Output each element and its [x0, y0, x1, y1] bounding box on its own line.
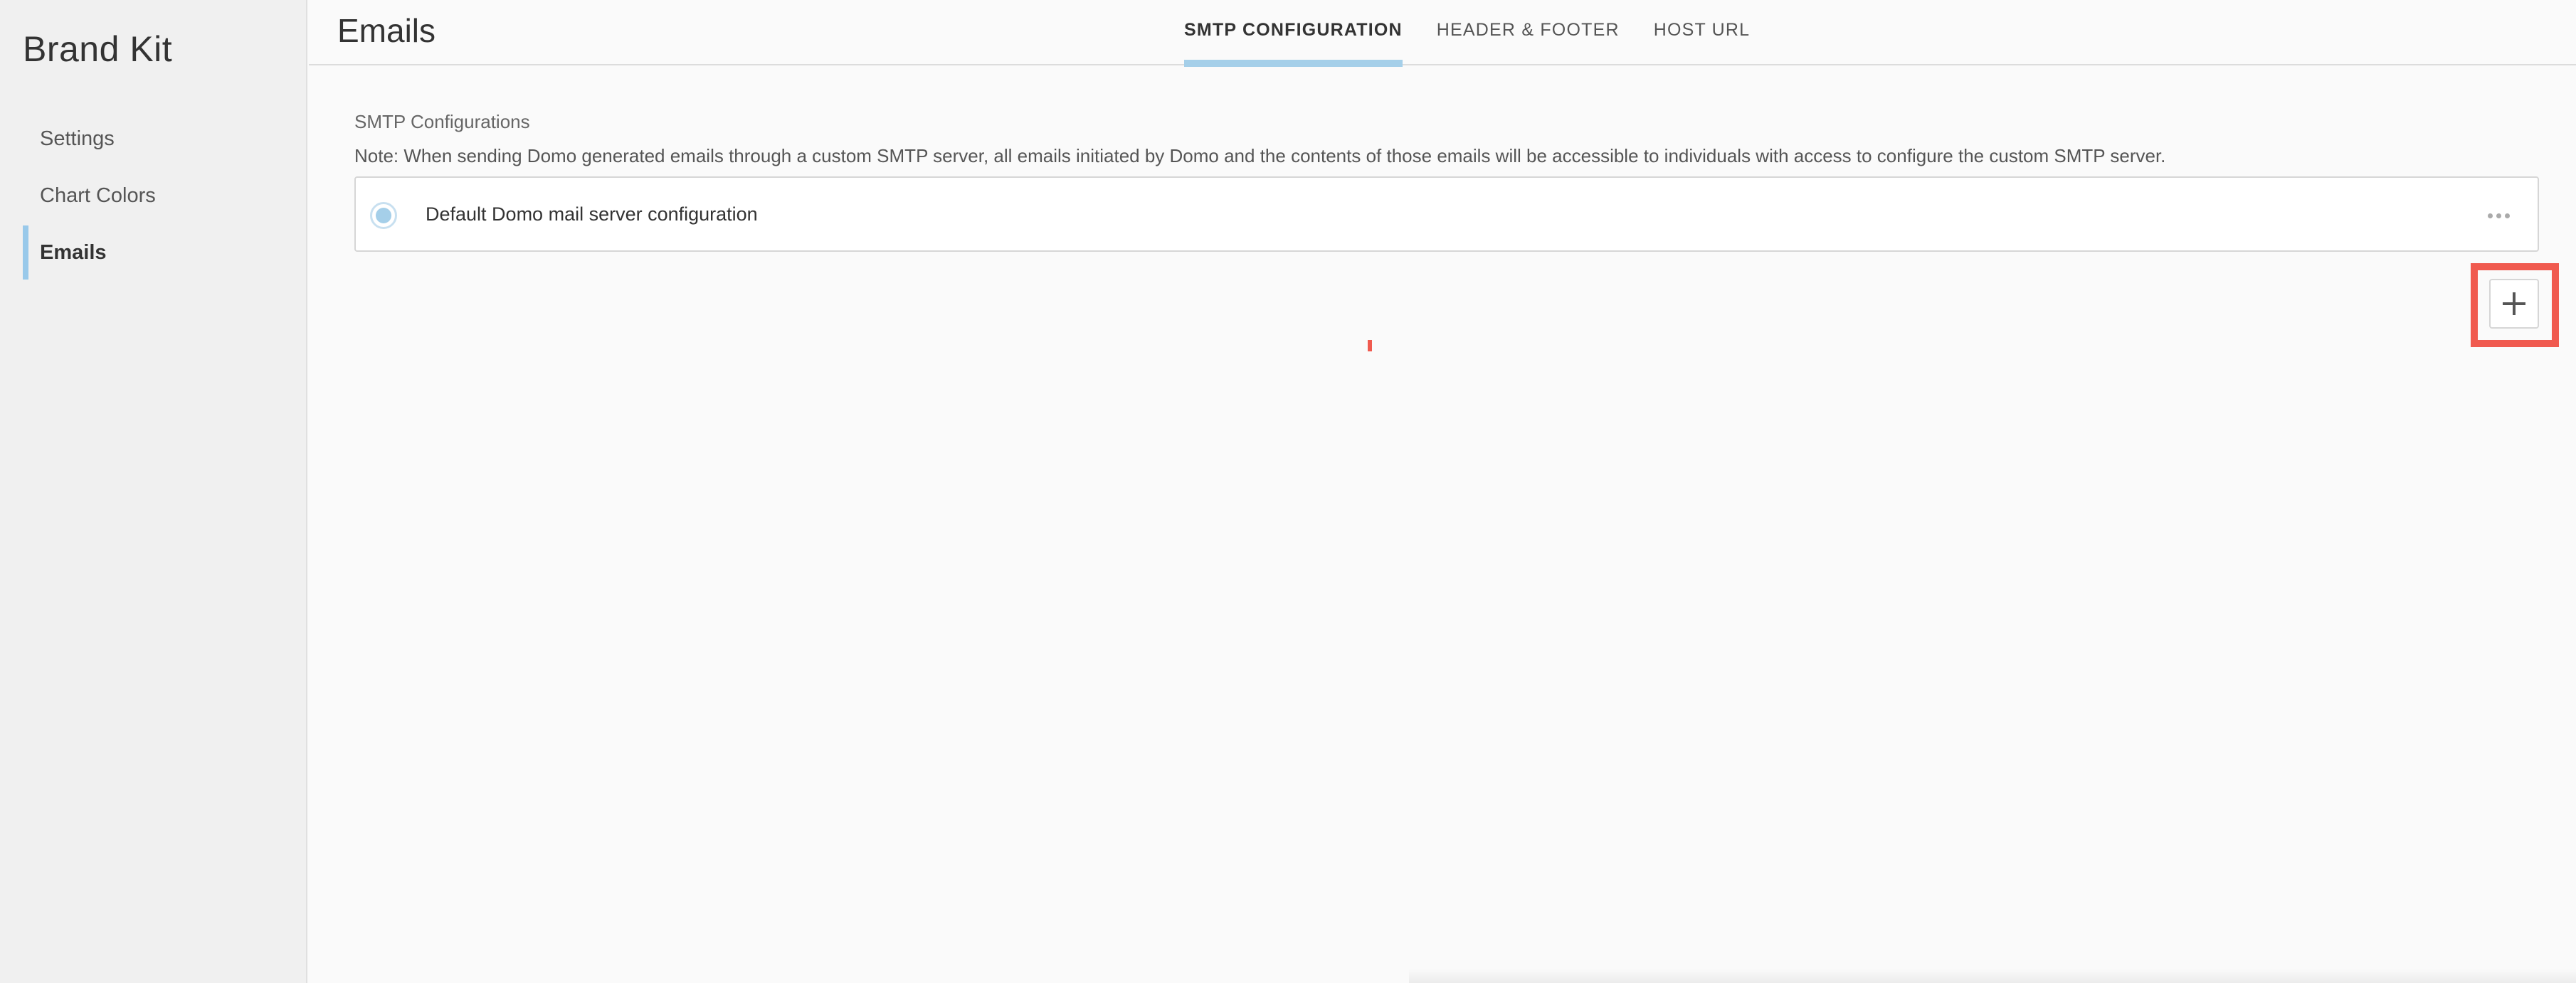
smtp-config-row[interactable]: Default Domo mail server configuration	[354, 176, 2539, 252]
radio-dot	[376, 208, 391, 223]
radio-selected-icon[interactable]	[370, 202, 397, 229]
more-dot	[2504, 213, 2510, 218]
more-horizontal-icon[interactable]	[2481, 198, 2516, 233]
sidebar-item-emails[interactable]: Emails	[23, 224, 293, 281]
sidebar: Brand Kit Settings Chart Colors Emails	[0, 0, 307, 983]
page-title: Emails	[337, 12, 436, 49]
add-smtp-config-button[interactable]	[2489, 279, 2539, 329]
main-content: SMTP Configurations Note: When sending D…	[309, 67, 2576, 983]
tab-host-url[interactable]: HOST URL	[1654, 0, 1751, 65]
section-title: SMTP Configurations	[354, 111, 530, 132]
bottom-shadow	[1409, 969, 2576, 983]
header: Emails SMTP CONFIGURATION HEADER & FOOTE…	[309, 0, 2576, 67]
cursor-marker	[1368, 340, 1372, 351]
tab-header-footer[interactable]: HEADER & FOOTER	[1437, 0, 1620, 65]
smtp-note: Note: When sending Domo generated emails…	[354, 145, 2166, 166]
sidebar-nav: Settings Chart Colors Emails	[23, 110, 293, 281]
sidebar-title: Brand Kit	[23, 29, 173, 69]
sidebar-item-settings[interactable]: Settings	[23, 110, 293, 167]
plus-icon-vertical	[2513, 292, 2516, 315]
config-label: Default Domo mail server configuration	[426, 203, 758, 225]
more-dot	[2487, 213, 2493, 218]
sidebar-item-chart-colors[interactable]: Chart Colors	[23, 167, 293, 224]
tab-bar: SMTP CONFIGURATION HEADER & FOOTER HOST …	[1184, 0, 1784, 67]
tab-smtp-configuration[interactable]: SMTP CONFIGURATION	[1184, 0, 1403, 67]
more-dot	[2496, 213, 2501, 218]
